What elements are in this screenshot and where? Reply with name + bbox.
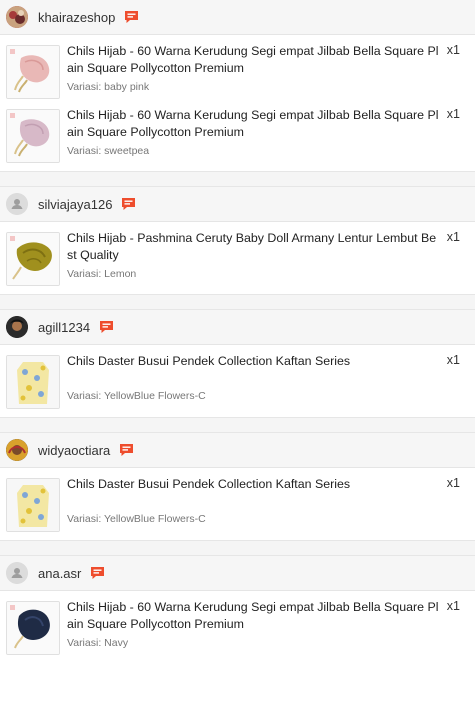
shop-name[interactable]: silviajaya126: [38, 197, 112, 212]
shop-header[interactable]: silviajaya126: [0, 187, 475, 222]
product-title[interactable]: Chils Hijab - 60 Warna Kerudung Segi emp…: [67, 43, 439, 77]
product-variant: Variasi: YellowBlue Flowers-C: [67, 513, 206, 525]
shop-name[interactable]: agill1234: [38, 320, 90, 335]
shop-header[interactable]: ana.asr: [0, 556, 475, 591]
item-quantity: x1: [446, 230, 460, 244]
order-card: widyaoctiara Chils Daster Busui Pendek C…: [0, 433, 475, 540]
product-variant: Variasi: baby pink: [67, 81, 150, 93]
item-quantity: x1: [446, 107, 460, 121]
product-variant: Variasi: Navy: [67, 637, 129, 649]
order-item[interactable]: Chils Hijab - 60 Warna Kerudung Segi emp…: [0, 99, 475, 163]
chat-icon[interactable]: [119, 443, 134, 457]
order-item[interactable]: Chils Hijab - Pashmina Ceruty Baby Doll …: [0, 222, 475, 286]
section-divider: [0, 294, 475, 310]
chat-icon[interactable]: [124, 10, 139, 24]
order-item[interactable]: Chils Daster Busui Pendek Collection Kaf…: [0, 345, 475, 409]
user-photo-icon: [6, 439, 28, 461]
product-variant: Variasi: YellowBlue Flowers-C: [67, 390, 206, 402]
order-item[interactable]: Chils Hijab - 60 Warna Kerudung Segi emp…: [0, 591, 475, 655]
chat-icon[interactable]: [121, 197, 136, 211]
item-quantity: x1: [446, 599, 460, 613]
product-variant: Variasi: sweetpea: [67, 145, 150, 157]
order-card: ana.asr Chils Hijab - 60 Warna Kerudung …: [0, 556, 475, 655]
section-divider: [0, 540, 475, 556]
section-divider: [0, 171, 475, 187]
order-card: silviajaya126 Chils Hijab - Pashmina Cer…: [0, 187, 475, 294]
section-divider: [0, 417, 475, 433]
product-thumbnail[interactable]: [6, 478, 60, 532]
product-title[interactable]: Chils Daster Busui Pendek Collection Kaf…: [67, 476, 439, 493]
product-thumbnail[interactable]: [6, 109, 60, 163]
shop-name[interactable]: ana.asr: [38, 566, 81, 581]
chat-icon[interactable]: [90, 566, 105, 580]
shop-header[interactable]: khairazeshop: [0, 0, 475, 35]
order-item[interactable]: Chils Daster Busui Pendek Collection Kaf…: [0, 468, 475, 532]
order-card: agill1234 Chils Daster Busui Pendek Coll…: [0, 310, 475, 417]
product-thumbnail[interactable]: [6, 355, 60, 409]
shop-name[interactable]: widyaoctiara: [38, 443, 110, 458]
item-quantity: x1: [446, 476, 460, 490]
product-thumbnail[interactable]: [6, 45, 60, 99]
product-title[interactable]: Chils Hijab - 60 Warna Kerudung Segi emp…: [67, 107, 439, 141]
shop-avatar: [6, 6, 28, 28]
product-title[interactable]: Chils Daster Busui Pendek Collection Kaf…: [67, 353, 439, 370]
chat-icon[interactable]: [99, 320, 114, 334]
product-variant: Variasi: Lemon: [67, 268, 137, 280]
order-item[interactable]: Chils Hijab - 60 Warna Kerudung Segi emp…: [0, 35, 475, 99]
item-quantity: x1: [446, 43, 460, 57]
product-thumbnail[interactable]: [6, 232, 60, 286]
product-thumbnail[interactable]: [6, 601, 60, 655]
shop-name[interactable]: khairazeshop: [38, 10, 115, 25]
product-title[interactable]: Chils Hijab - 60 Warna Kerudung Segi emp…: [67, 599, 439, 633]
shop-header[interactable]: agill1234: [0, 310, 475, 345]
product-title[interactable]: Chils Hijab - Pashmina Ceruty Baby Doll …: [67, 230, 439, 264]
shop-header[interactable]: widyaoctiara: [0, 433, 475, 468]
user-photo-icon: [6, 316, 28, 338]
default-user-icon: [6, 193, 28, 215]
item-quantity: x1: [446, 353, 460, 367]
default-user-icon: [6, 562, 28, 584]
order-card: khairazeshop Chils Hijab - 60 Warna Keru…: [0, 0, 475, 171]
